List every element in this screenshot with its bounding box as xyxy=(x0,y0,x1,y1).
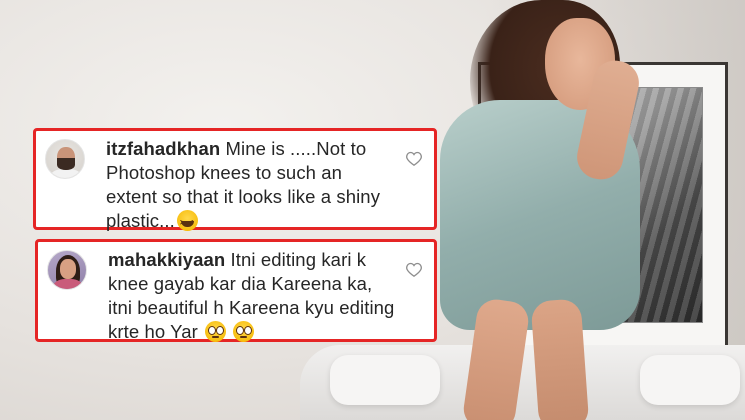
comment-username[interactable]: itzfahadkhan xyxy=(106,138,220,159)
comment-username[interactable]: mahakkiyaan xyxy=(108,249,225,270)
comment-card: itzfahadkhan Mine is .....Not to Photosh… xyxy=(33,128,437,235)
rolling-eyes-emoji-icon xyxy=(205,321,227,342)
comment-body: itzfahadkhan Mine is .....Not to Photosh… xyxy=(106,137,396,235)
comment-card: mahakkiyaan Itni editing kari k knee gay… xyxy=(35,239,437,342)
avatar[interactable] xyxy=(45,139,85,179)
laughing-face-emoji-icon xyxy=(176,210,198,235)
comment-body: mahakkiyaan Itni editing kari k knee gay… xyxy=(108,248,396,344)
avatar[interactable] xyxy=(47,250,87,290)
person-leg-right xyxy=(530,298,590,420)
pillow xyxy=(640,355,740,405)
heart-outline-icon[interactable] xyxy=(404,148,424,168)
pillow xyxy=(330,355,440,405)
rolling-eyes-emoji-icon xyxy=(233,321,255,342)
heart-outline-icon[interactable] xyxy=(404,259,424,279)
